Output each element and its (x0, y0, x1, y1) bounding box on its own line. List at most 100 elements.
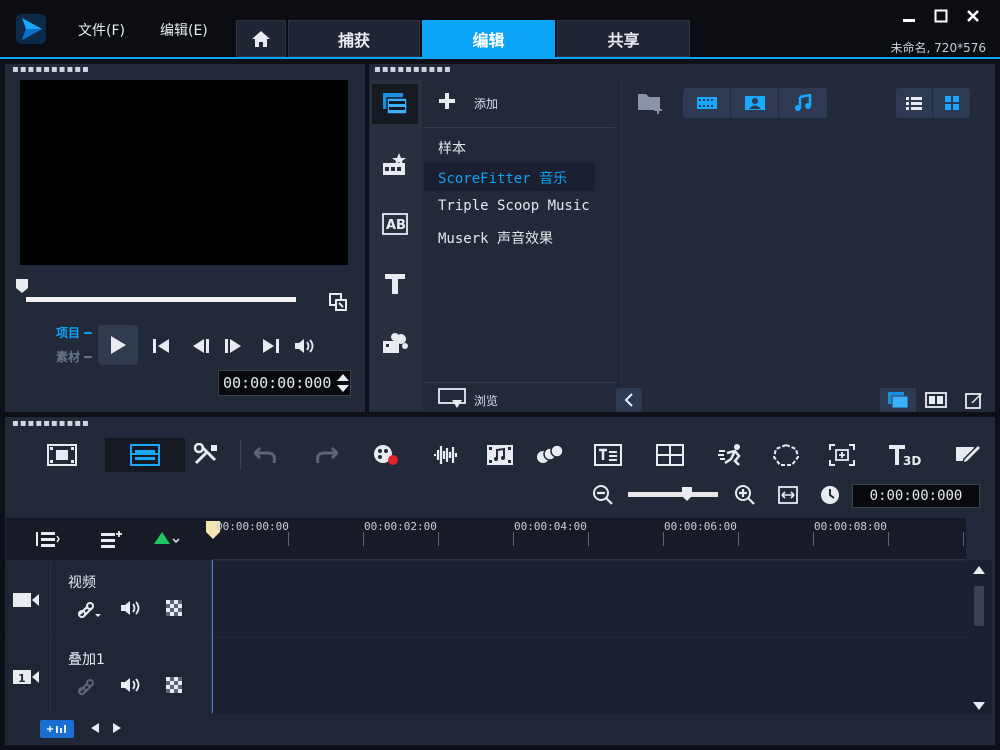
panel-grip[interactable]: ▪▪▪▪▪▪▪▪▪▪ (12, 65, 90, 75)
media-category-button[interactable] (372, 84, 418, 124)
collapse-library-button[interactable] (616, 388, 642, 412)
panel-grip[interactable]: ▪▪▪▪▪▪▪▪▪▪ (12, 419, 90, 429)
painting-creator-button[interactable] (948, 438, 988, 472)
accent-divider (0, 57, 1000, 59)
track-lane-overlay[interactable] (213, 638, 966, 714)
library-item-sample[interactable]: 样本 (438, 138, 466, 158)
pan-zoom-button[interactable] (822, 438, 862, 472)
track-manager-button[interactable] (36, 530, 60, 552)
timecode-stepper[interactable] (336, 372, 350, 398)
scrub-handle[interactable] (14, 278, 30, 294)
storyboard-view-button[interactable] (42, 438, 82, 472)
panel-grip[interactable]: ▪▪▪▪▪▪▪▪▪▪ (374, 65, 452, 75)
scrub-bar[interactable] (26, 297, 296, 302)
filter-photo-button[interactable] (731, 88, 779, 118)
record-capture-button[interactable] (366, 438, 406, 472)
title-button[interactable] (372, 264, 418, 304)
overlay-camera-icon: 1 (13, 670, 39, 685)
options-panel-button[interactable] (920, 388, 952, 412)
add-label[interactable]: 添加 (474, 95, 498, 112)
add-button[interactable] (438, 92, 456, 114)
library-item-muserk[interactable]: Muserk 声音效果 (438, 228, 553, 248)
library-panel-button[interactable] (880, 388, 916, 412)
add-folder-button[interactable] (636, 90, 666, 120)
zoom-slider[interactable] (628, 492, 718, 497)
mask-creator-button[interactable] (766, 438, 806, 472)
volume-button[interactable] (294, 335, 316, 357)
edit-properties-button[interactable] (958, 388, 990, 412)
thumbnail-view-button[interactable] (933, 88, 970, 118)
go-to-end-button[interactable] (260, 335, 282, 357)
transition-button[interactable]: AB (372, 204, 418, 244)
tab-edit[interactable]: 编辑 (422, 20, 555, 57)
scroll-left-button[interactable] (90, 722, 100, 738)
play-button[interactable] (98, 325, 138, 365)
scroll-up-button[interactable] (972, 564, 986, 579)
tools-button[interactable] (186, 438, 226, 472)
close-button[interactable] (966, 8, 980, 27)
subtitle-editor-button[interactable] (588, 438, 628, 472)
undo-button[interactable] (246, 438, 286, 472)
zoom-out-button[interactable] (592, 484, 614, 510)
previous-frame-button[interactable] (190, 335, 212, 357)
mode-project[interactable]: 项目 ━ (56, 324, 91, 341)
scroll-down-button[interactable] (972, 700, 986, 715)
graphics-button[interactable] (372, 324, 418, 364)
media-filter-group (683, 88, 827, 118)
scroll-thumb[interactable] (974, 586, 984, 626)
step-forward-icon (225, 339, 241, 353)
motion-tracking-button[interactable] (530, 438, 570, 472)
subtitle-icon (594, 444, 622, 466)
tab-share[interactable]: 共享 (557, 20, 690, 57)
track-mute-button[interactable] (120, 676, 142, 698)
library-item-scorefitter[interactable]: ScoreFitter 音乐 (438, 168, 567, 188)
auto-music-button[interactable] (480, 438, 520, 472)
timeline-view-button[interactable] (105, 438, 185, 472)
fit-project-button[interactable] (778, 486, 798, 508)
filter-video-button[interactable] (683, 88, 731, 118)
maximize-button[interactable] (934, 8, 948, 27)
track-transparency-button[interactable] (166, 600, 182, 620)
fit-tracks-button[interactable] (40, 720, 74, 738)
menu-edit[interactable]: 编辑(E) (160, 20, 208, 40)
go-to-start-button[interactable] (150, 335, 172, 357)
timeline-vertical-scrollbar[interactable] (966, 560, 992, 714)
browse-label[interactable]: 浏览 (474, 392, 498, 409)
project-duration-timecode[interactable]: 0:00:00:000 (852, 484, 980, 508)
instant-project-button[interactable] (372, 144, 418, 184)
add-track-button[interactable] (100, 530, 124, 552)
zoom-in-button[interactable] (734, 484, 756, 510)
arrow-left-icon (91, 723, 99, 733)
mode-clip[interactable]: 素材 ━ (56, 348, 91, 365)
next-frame-button[interactable] (222, 335, 244, 357)
chapter-marker-button[interactable] (152, 530, 180, 552)
ripple-edit-button[interactable] (76, 600, 104, 624)
arrow-right-icon (113, 723, 121, 733)
menu-file[interactable]: 文件(F) (78, 20, 125, 40)
browse-button[interactable] (438, 388, 468, 414)
tab-home[interactable] (236, 20, 286, 57)
enlarge-icon (329, 293, 347, 311)
track-lane-video[interactable] (213, 561, 966, 637)
track-name: 叠加1 (68, 652, 105, 668)
enlarge-preview-button[interactable] (328, 292, 348, 316)
filter-audio-button[interactable] (779, 88, 827, 118)
redo-button[interactable] (306, 438, 346, 472)
list-view-button[interactable] (896, 88, 933, 118)
ripple-edit-button[interactable] (76, 677, 96, 701)
audio-wave-icon (434, 446, 458, 464)
player-timecode[interactable]: 00:00:00:000 (218, 370, 351, 396)
zoom-slider-thumb[interactable] (681, 486, 693, 506)
track-mute-button[interactable] (120, 599, 142, 621)
track-transparency-button[interactable] (166, 677, 182, 697)
divider (424, 127, 615, 128)
multi-camera-button[interactable] (650, 438, 690, 472)
minimize-button[interactable] (902, 8, 916, 27)
sound-mixer-button[interactable] (426, 438, 466, 472)
tab-capture[interactable]: 捕获 (288, 20, 420, 57)
3d-title-button[interactable]: 3D (884, 438, 924, 472)
scroll-right-button[interactable] (112, 722, 122, 738)
speed-time-button[interactable] (712, 438, 752, 472)
speaker-icon (295, 339, 314, 353)
library-item-triple-scoop[interactable]: Triple Scoop Music (438, 198, 590, 214)
